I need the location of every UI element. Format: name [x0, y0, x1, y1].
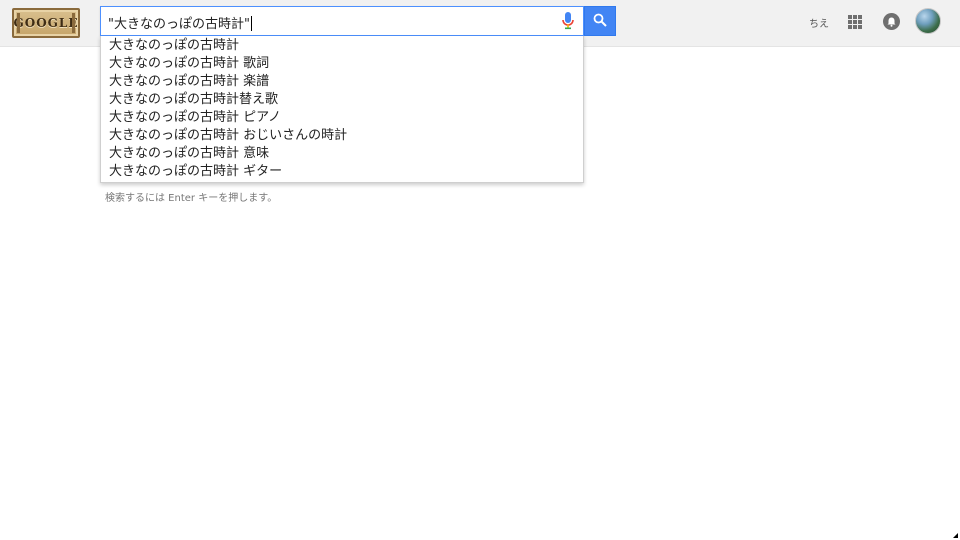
suggestion-item[interactable]: 大きなのっぽの古時計	[101, 37, 583, 55]
avatar[interactable]	[915, 8, 941, 34]
suggestion-item[interactable]: 大きなのっぽの古時計替え歌	[101, 91, 583, 109]
page: GOOGLE "大きなのっぽの古時計" ちえ 大きなのっぽの古時計 大きなのっぽ…	[0, 0, 960, 540]
search-query-text: "大きなのっぽの古時計"	[108, 17, 250, 32]
microphone-icon[interactable]	[561, 12, 575, 30]
text-caret	[250, 16, 252, 31]
resize-grip-icon	[953, 533, 958, 538]
enter-hint: 検索するには Enter キーを押します。	[105, 193, 278, 204]
suggestion-item[interactable]: 大きなのっぽの古時計 楽譜	[101, 73, 583, 91]
autocomplete-dropdown: 大きなのっぽの古時計 大きなのっぽの古時計 歌詞 大きなのっぽの古時計 楽譜 大…	[100, 36, 584, 183]
search-button[interactable]	[584, 6, 616, 36]
search-box[interactable]: "大きなのっぽの古時計"	[100, 6, 584, 36]
logo-text: GOOGLE	[13, 16, 79, 30]
bell-icon[interactable]	[883, 13, 900, 30]
suggestion-item[interactable]: 大きなのっぽの古時計 おじいさんの時計	[101, 127, 583, 145]
suggestion-item[interactable]: 大きなのっぽの古時計 歌詞	[101, 55, 583, 73]
magnifier-icon	[593, 12, 607, 31]
suggestion-item[interactable]: 大きなのっぽの古時計 意味	[101, 145, 583, 163]
apps-grid-icon[interactable]	[848, 15, 862, 29]
suggestion-item[interactable]: 大きなのっぽの古時計 ピアノ	[101, 109, 583, 127]
google-doodle-logo[interactable]: GOOGLE	[12, 8, 80, 38]
suggestion-item[interactable]: 大きなのっぽの古時計 ギター	[101, 163, 583, 181]
account-name[interactable]: ちえ	[809, 15, 829, 30]
search-input[interactable]: "大きなのっぽの古時計"	[108, 13, 252, 32]
